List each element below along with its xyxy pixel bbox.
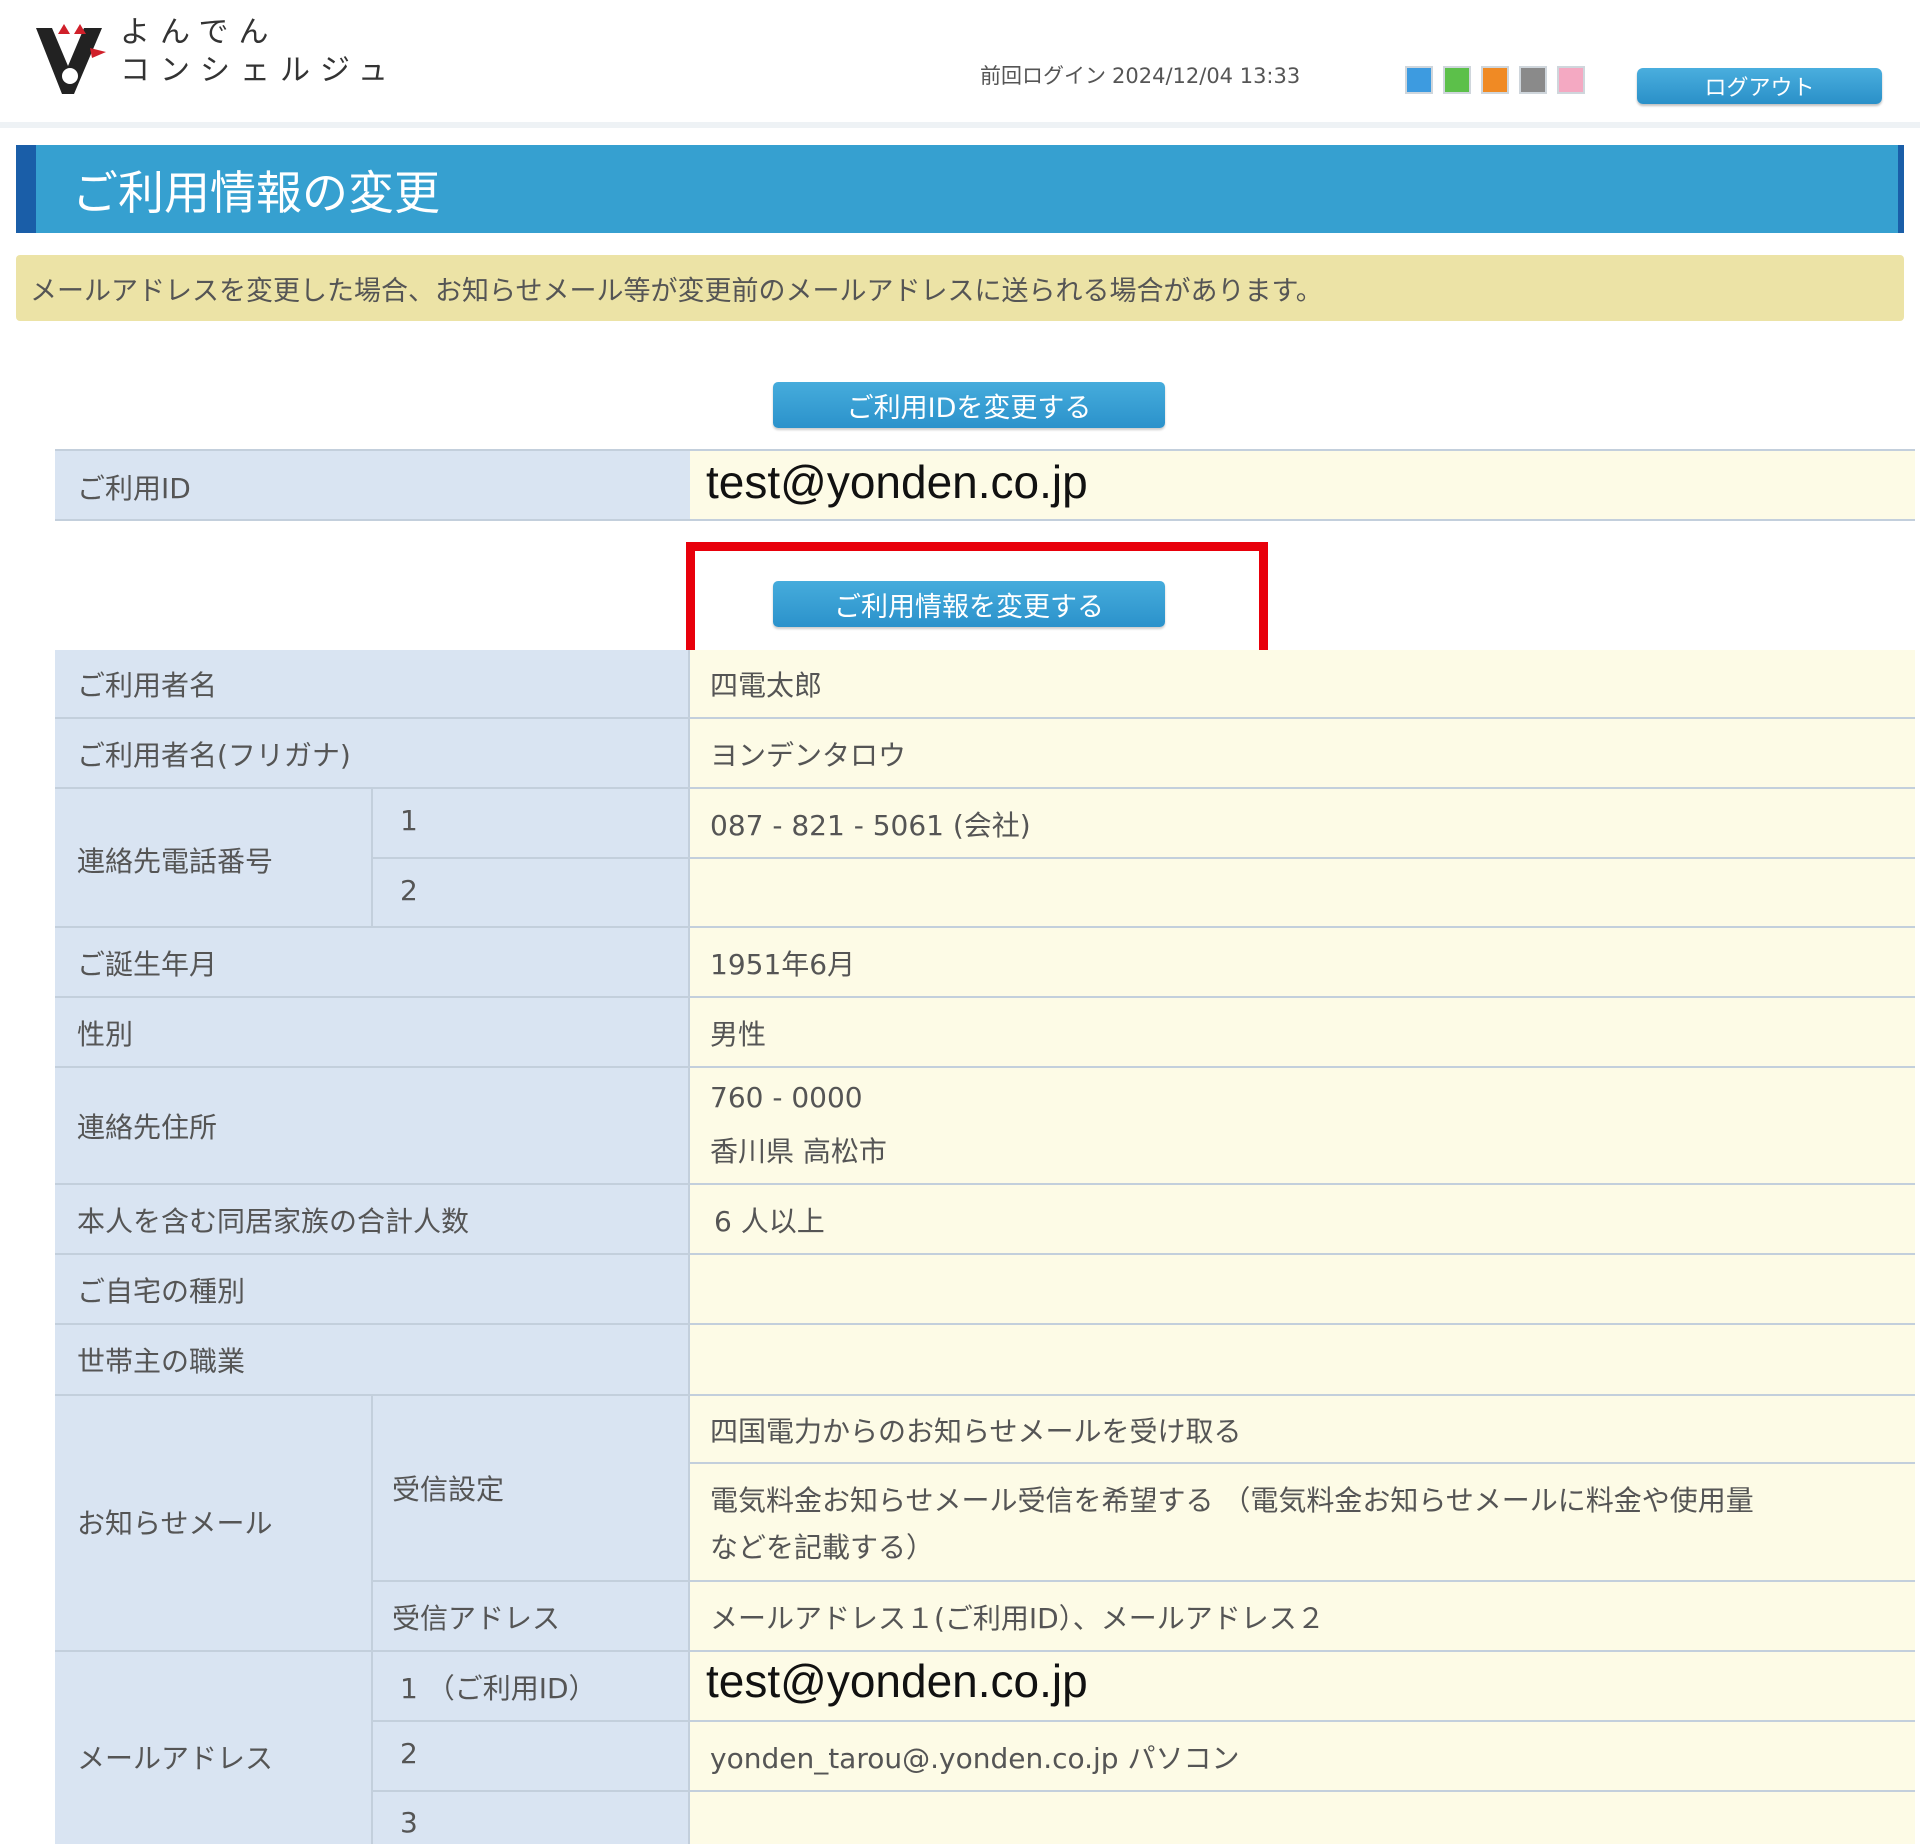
table-border <box>55 1183 1915 1185</box>
gender-label: 性別 <box>77 1018 134 1051</box>
table-border <box>55 926 1915 928</box>
table-border <box>690 1462 1915 1464</box>
table-border <box>55 1650 1915 1652</box>
last-login-label: 前回ログイン <box>980 64 1106 88</box>
kana-value: ヨンデンタロウ <box>710 739 907 772</box>
birth-label: ご誕生年月 <box>77 948 218 981</box>
theme-pink-swatch[interactable] <box>1557 66 1585 94</box>
table-border <box>688 650 690 1844</box>
notify-mail-label: お知らせメール <box>77 1507 273 1540</box>
theme-color-switcher <box>1405 66 1585 94</box>
brand-line1: よんでん <box>120 15 279 50</box>
birth-value: 1951年6月 <box>710 948 856 981</box>
brand-line2: コンシェルジュ <box>120 53 398 88</box>
table-border <box>55 717 1915 719</box>
phone2-index: 2 <box>400 874 418 907</box>
table-border <box>371 1580 1915 1582</box>
change-id-button[interactable]: ご利用IDを変更する <box>773 382 1165 428</box>
address-zip: 760 - 0000 <box>710 1081 863 1114</box>
mail-address-label: メールアドレス <box>77 1742 274 1775</box>
brand-name: よんでん コンシェルジュ <box>120 14 398 90</box>
receive-address-label: 受信アドレス <box>392 1602 561 1635</box>
theme-blue-swatch[interactable] <box>1405 66 1433 94</box>
yonden-logo-icon <box>36 24 106 94</box>
table-border <box>55 1323 1915 1325</box>
family-label: 本人を含む同居家族の合計人数 <box>77 1205 470 1238</box>
logout-button[interactable]: ログアウト <box>1637 68 1882 104</box>
notice-banner: メールアドレスを変更した場合、お知らせメール等が変更前のメールアドレスに送られる… <box>16 255 1904 321</box>
theme-green-swatch[interactable] <box>1443 66 1471 94</box>
header-divider <box>0 122 1920 128</box>
table-border <box>55 519 1915 521</box>
table-border <box>371 1720 1915 1722</box>
phone1-value: 087 - 821 - 5061 (会社) <box>710 809 1031 842</box>
address-city: 香川県 高松市 <box>710 1135 887 1168</box>
id-label: ご利用ID <box>77 472 191 505</box>
id-value: test@yonden.co.jp <box>706 456 1088 508</box>
name-label: ご利用者名 <box>77 669 218 702</box>
kana-label: ご利用者名(フリガナ) <box>77 739 351 772</box>
last-login-value: 2024/12/04 13:33 <box>1112 64 1301 88</box>
page-title: ご利用情報の変更 <box>72 166 440 220</box>
table-border <box>55 1066 1915 1068</box>
table-border <box>55 1253 1915 1255</box>
mail2-index: 2 <box>400 1737 418 1770</box>
last-login: 前回ログイン 2024/12/04 13:33 <box>980 60 1306 90</box>
mail2-value: yonden_tarou@.yonden.co.jp パソコン <box>710 1742 1240 1775</box>
family-value: 6 人以上 <box>714 1205 825 1238</box>
name-value: 四電太郎 <box>710 669 823 702</box>
phone1-index: 1 <box>400 804 418 837</box>
page-title-band: ご利用情報の変更 <box>16 145 1904 233</box>
table-border <box>55 996 1915 998</box>
receive-setting-2a: 電気料金お知らせメール受信を希望する （電気料金お知らせメールに料金や使用量 <box>710 1484 1754 1517</box>
receive-setting-1: 四国電力からのお知らせメールを受け取る <box>710 1415 1242 1448</box>
table-border <box>371 857 1915 859</box>
receive-setting-label: 受信設定 <box>392 1473 505 1506</box>
id-label-cell: ご利用ID <box>55 449 690 521</box>
phone-label: 連絡先電話番号 <box>77 845 274 878</box>
theme-gray-swatch[interactable] <box>1519 66 1547 94</box>
job-label: 世帯主の職業 <box>77 1345 246 1378</box>
receive-setting-2b: などを記載する） <box>710 1531 935 1564</box>
table-border <box>371 1396 373 1844</box>
mail3-index: 3 <box>400 1806 418 1839</box>
gender-value: 男性 <box>710 1018 767 1051</box>
table-border <box>371 1790 1915 1792</box>
receive-address-value: メールアドレス１(ご利用ID）、メールアドレス２ <box>710 1602 1325 1635</box>
mail1-value: test@yonden.co.jp <box>706 1655 1088 1707</box>
theme-orange-swatch[interactable] <box>1481 66 1509 94</box>
home-type-label: ご自宅の種別 <box>77 1275 246 1308</box>
table-border <box>55 449 1915 451</box>
address-label: 連絡先住所 <box>77 1111 218 1144</box>
id-value-cell: test@yonden.co.jp <box>690 449 1915 521</box>
table-border <box>55 787 1915 789</box>
table-border <box>55 1394 1915 1396</box>
mail1-index: 1 （ご利用ID） <box>400 1672 597 1705</box>
